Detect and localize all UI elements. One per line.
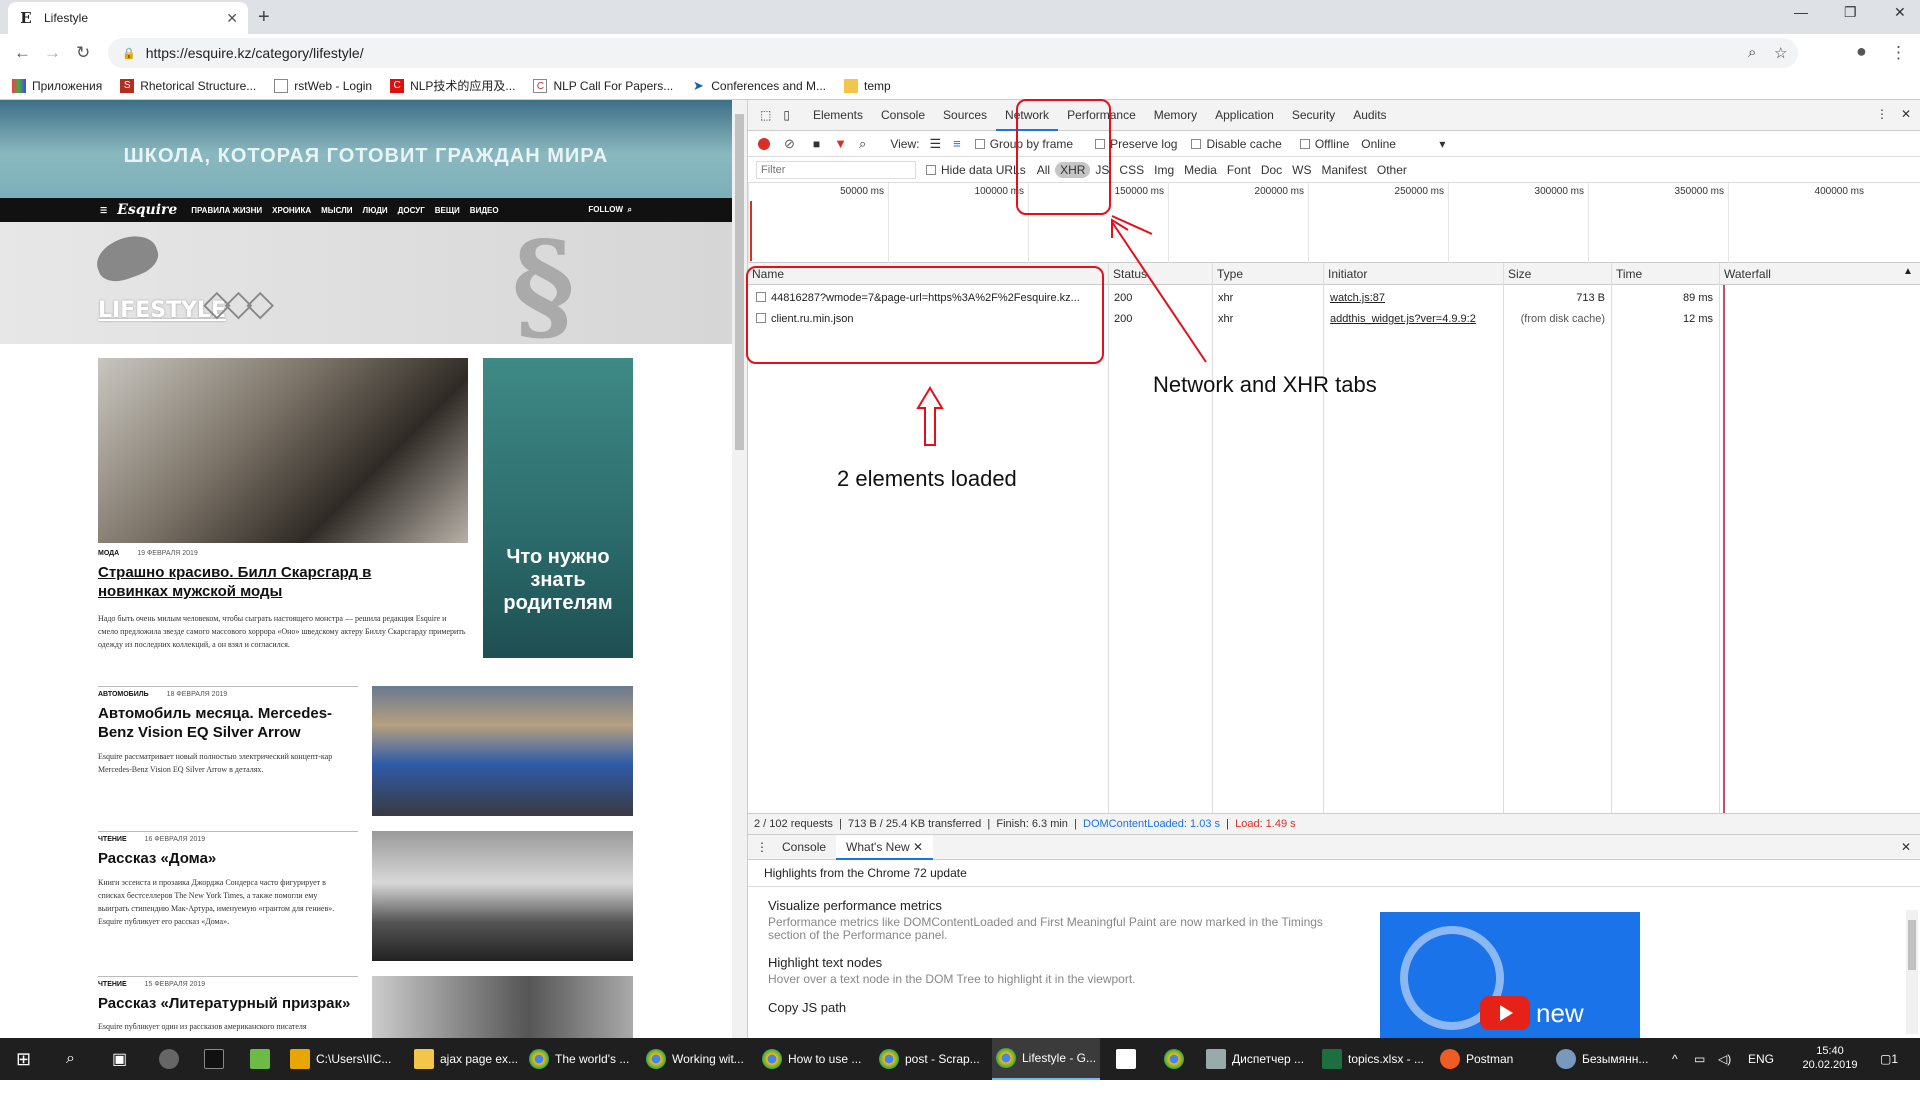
- taskbar-item[interactable]: Безымянн...: [1552, 1038, 1652, 1080]
- arrow-line: [1111, 221, 1207, 363]
- keyboard-lang[interactable]: ENG: [1748, 1052, 1774, 1094]
- excel-icon: [1322, 1049, 1342, 1069]
- taskbar-item[interactable]: post - Scrap...: [875, 1038, 984, 1080]
- chrome-icon: [879, 1049, 899, 1069]
- chrome-icon: [646, 1049, 666, 1069]
- taskbar-app[interactable]: [200, 1038, 228, 1080]
- taskbar-app[interactable]: [1112, 1038, 1140, 1080]
- tray-chevron-icon[interactable]: ^: [1672, 1052, 1678, 1094]
- annotation-network-label: Network and XHR tabs: [1153, 372, 1377, 397]
- cmd-icon: [204, 1049, 224, 1069]
- annotation-loaded-label: 2 elements loaded: [837, 466, 1017, 491]
- taskbar-item[interactable]: ajax page ex...: [410, 1038, 522, 1080]
- chrome-icon: [996, 1048, 1016, 1068]
- notepad-icon: [250, 1049, 270, 1069]
- notification-icon[interactable]: ▢1: [1880, 1052, 1898, 1094]
- taskbar-item[interactable]: Диспетчер ...: [1202, 1038, 1308, 1080]
- taskbar-item[interactable]: topics.xlsx - ...: [1318, 1038, 1428, 1080]
- chrome-icon: [529, 1049, 549, 1069]
- annotation-arrows: [916, 215, 1207, 446]
- windows-taskbar: ⊞ ⌕ ▣ C:\Users\IIC... ajax page ex... Th…: [0, 1038, 1920, 1080]
- postman-icon: [1440, 1049, 1460, 1069]
- task-view-icon[interactable]: ▣: [108, 1038, 131, 1080]
- task-manager-icon: [1206, 1049, 1226, 1069]
- taskbar-item[interactable]: Working wit...: [642, 1038, 748, 1080]
- chrome-icon: [762, 1049, 782, 1069]
- taskbar-item[interactable]: Postman: [1436, 1038, 1517, 1080]
- taskbar-app[interactable]: [1160, 1038, 1188, 1080]
- taskbar-item[interactable]: The world's ...: [525, 1038, 633, 1080]
- document-icon: [1116, 1049, 1136, 1069]
- taskbar-item[interactable]: How to use ...: [758, 1038, 865, 1080]
- sublime-icon: [290, 1049, 310, 1069]
- taskbar-item-active[interactable]: Lifestyle - G...: [992, 1038, 1101, 1080]
- start-button[interactable]: ⊞: [12, 1038, 35, 1080]
- taskbar-app[interactable]: [155, 1038, 183, 1080]
- network-icon[interactable]: ▭: [1694, 1052, 1705, 1094]
- search-icon[interactable]: ⌕: [62, 1038, 79, 1080]
- taskbar-app[interactable]: [246, 1038, 274, 1080]
- up-arrow-icon: [916, 386, 944, 446]
- app-icon: [159, 1049, 179, 1069]
- volume-icon[interactable]: ◁): [1718, 1052, 1731, 1094]
- paint-icon: [1556, 1049, 1576, 1069]
- chrome-icon: [1164, 1049, 1184, 1069]
- taskbar-item[interactable]: C:\Users\IIC...: [286, 1038, 395, 1080]
- file-icon: [414, 1049, 434, 1069]
